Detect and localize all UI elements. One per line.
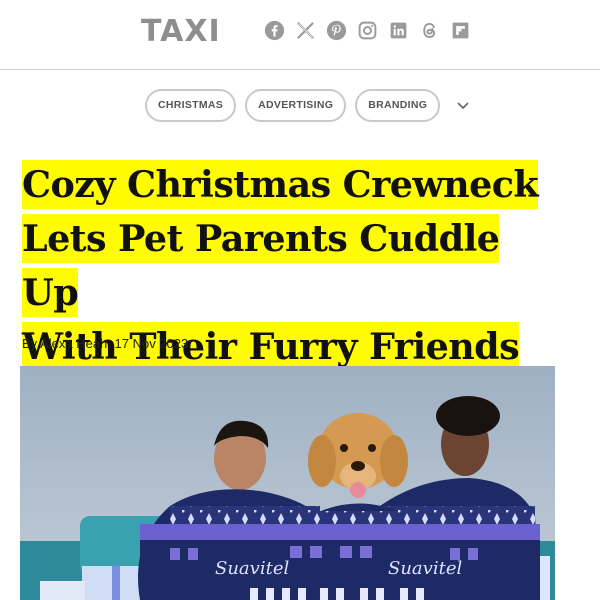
- tag-list: CHRISTMAS ADVERTISING BRANDING: [145, 89, 477, 122]
- sweater-brand-left: Suavitel: [215, 558, 289, 579]
- pinterest-icon[interactable]: [326, 20, 347, 41]
- threads-icon[interactable]: [419, 20, 440, 41]
- instagram-icon[interactable]: [357, 20, 378, 41]
- article-byline: By Alexa Heah, 17 Nov 2023: [22, 336, 189, 351]
- tag-advertising[interactable]: ADVERTISING: [245, 89, 347, 122]
- facebook-icon[interactable]: [264, 20, 285, 41]
- flipboard-icon[interactable]: [450, 20, 471, 41]
- hero-image: Suavitel Suavitel: [20, 366, 555, 600]
- chevron-down-icon[interactable]: [449, 89, 477, 122]
- title-line-2: Lets Pet Parents Cuddle Up: [22, 214, 500, 317]
- sweater-brand-right: Suavitel: [388, 558, 462, 579]
- tag-christmas[interactable]: CHRISTMAS: [145, 89, 237, 122]
- title-line-1: Cozy Christmas Crewneck: [22, 160, 539, 209]
- linkedin-icon[interactable]: [388, 20, 409, 41]
- site-logo[interactable]: TAXI: [141, 14, 221, 49]
- x-icon[interactable]: [295, 20, 316, 41]
- tag-branding[interactable]: BRANDING: [355, 89, 441, 122]
- social-links: [264, 20, 471, 41]
- site-header: TAXI: [0, 0, 600, 70]
